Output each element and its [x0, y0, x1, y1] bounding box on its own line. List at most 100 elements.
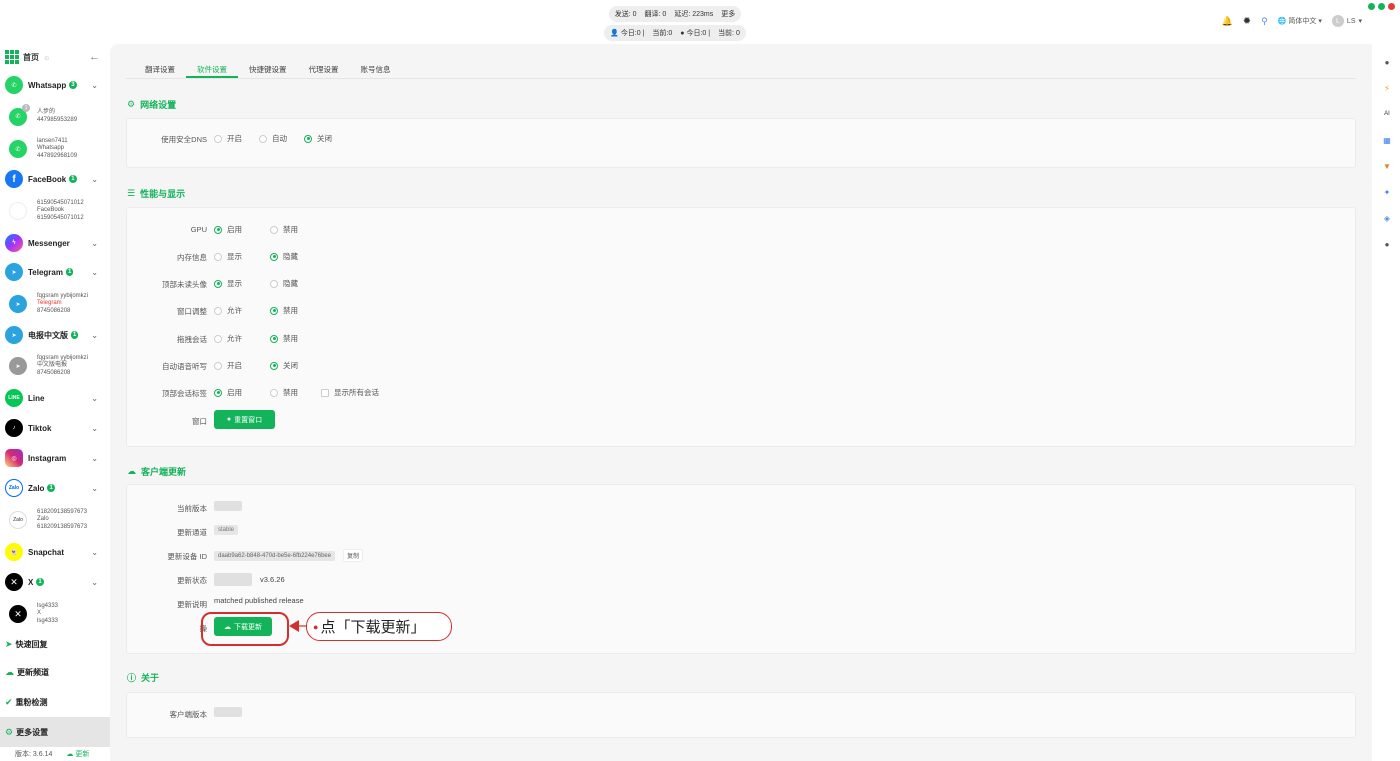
telegram-icon: ➤ — [5, 263, 23, 281]
dns-option-off[interactable]: 关闭 — [304, 133, 332, 144]
today-chats: 今日:0 | — [686, 30, 711, 37]
maximize-icon[interactable] — [1378, 3, 1385, 10]
sidebar-item-line[interactable]: LINE Line ⌄ — [0, 383, 110, 413]
top-bar: 发送: 0 翻译: 0 延迟: 223ms 更多 👤 今日:0 | 当前:0 ●… — [0, 0, 1400, 44]
sidebar-item-label: Instagram — [28, 453, 67, 463]
unread-avatar-hide[interactable]: 隐藏 — [270, 278, 298, 289]
tab-software[interactable]: 软件设置 — [186, 64, 238, 78]
user-menu[interactable]: L LS ▾ — [1331, 15, 1362, 27]
ai-icon[interactable]: AI — [1382, 109, 1392, 119]
drag-chat-disable[interactable]: 禁用 — [270, 333, 298, 344]
sidebar-item-dup-check[interactable]: ✔ 重粉检测 — [0, 687, 110, 717]
sidebar-item-facebook[interactable]: f FaceBook 1 ⌄ — [0, 165, 110, 193]
tab-translate[interactable]: 翻译设置 — [134, 64, 186, 78]
sidebar-item-quick-reply[interactable]: ➤ 快速回复 — [0, 631, 110, 657]
account-item[interactable]: ✆ 1 人步的 447985953289 — [0, 100, 110, 133]
sidebar-item-more-settings[interactable]: ⚙ 更多设置 — [0, 717, 110, 747]
memory-show[interactable]: 显示 — [214, 251, 242, 262]
window-adjust-allow[interactable]: 允许 — [214, 305, 242, 316]
zalo-icon: Zalo — [9, 511, 27, 529]
sidebar-item-snapchat[interactable]: 👻 Snapchat ⌄ — [0, 537, 110, 567]
collapse-arrow-icon[interactable]: ← — [89, 51, 100, 63]
tab-proxy[interactable]: 代理设置 — [298, 64, 350, 78]
sidebar-item-label: 电报中文版 — [28, 330, 68, 340]
account-item[interactable]: ✕ lsg4333 Xlsg4333 — [0, 597, 110, 631]
channel-value: stable — [214, 525, 239, 535]
whatsapp-icon: ✆ — [9, 140, 27, 158]
sidebar-item-label: X — [28, 577, 34, 587]
translator-icon[interactable]: ◈ — [1382, 213, 1392, 223]
voice-dictation-on[interactable]: 开启 — [214, 360, 242, 371]
settings-panel: 翻译设置 软件设置 快捷键设置 代理设置 账号信息 ⚙ 网络设置 使用安全DNS… — [110, 44, 1372, 761]
tab-shortcuts[interactable]: 快捷键设置 — [238, 64, 298, 78]
account-name: 618209138597673 — [37, 508, 88, 515]
language-selector[interactable]: 🌐 简体中文 ▾ — [1278, 16, 1322, 26]
tab-account[interactable]: 账号信息 — [350, 64, 402, 78]
account-item[interactable]: 61590545071012 FaceBook 61590545071012 — [0, 193, 110, 229]
sidebar-item-x[interactable]: ✕ X 1 ⌄ — [0, 567, 110, 597]
sparkle-icon[interactable]: ✦ — [1382, 187, 1392, 197]
chevron-down-icon: ⌄ — [91, 80, 98, 90]
gpu-label: GPU — [190, 225, 207, 234]
update-link[interactable]: ☁ 更新 — [66, 749, 89, 759]
reset-window-button[interactable]: ● 重置窗口 — [214, 410, 275, 429]
messenger-icon: ϟ — [5, 234, 23, 252]
language-label: 简体中文 — [1288, 18, 1317, 25]
more-link[interactable]: 更多 — [721, 9, 735, 19]
gpu-disable[interactable]: 禁用 — [270, 224, 298, 235]
gpu-enable[interactable]: 启用 — [214, 224, 242, 235]
translate-icon[interactable]: ▦ — [1382, 135, 1392, 145]
chevron-down-icon: ▾ — [1358, 18, 1362, 25]
version-footer: 版本: 3.6.14 ☁ 更新 — [15, 749, 89, 759]
drag-chat-allow[interactable]: 允许 — [214, 333, 242, 344]
line-icon: LINE — [5, 389, 23, 407]
minimize-icon[interactable] — [1368, 3, 1375, 10]
sidebar-item-home[interactable]: 首页 ☼ ← — [0, 44, 110, 70]
memory-label: 内存信息 — [177, 253, 207, 262]
radio[interactable] — [259, 134, 267, 143]
unread-badge: 1 — [47, 484, 55, 492]
account-item[interactable]: Zalo 618209138597673 Zalo 618209138597673 — [0, 503, 110, 537]
radio[interactable] — [214, 134, 222, 143]
bug-icon[interactable]: ✹ — [1243, 16, 1251, 27]
sidebar-item-label: Zalo — [28, 483, 45, 493]
sidebar-item-label: Telegram — [28, 267, 63, 277]
sidebar-item-update-channel[interactable]: ☁ 更新频道 — [0, 657, 110, 687]
copy-button[interactable]: 复制 — [343, 549, 364, 562]
sidebar-item-whatsapp[interactable]: ✆ Whatsapp 3 ⌄ — [0, 70, 110, 100]
window-adjust-disable[interactable]: 禁用 — [270, 305, 298, 316]
memory-hide[interactable]: 隐藏 — [270, 251, 298, 262]
sidebar-item-messenger[interactable]: ϟ Messenger ⌄ — [0, 229, 110, 257]
pin-icon[interactable]: ⚲ — [1261, 16, 1268, 27]
lightning-icon[interactable]: ⚡ — [1382, 83, 1392, 93]
user-icon: 👤 — [610, 30, 619, 37]
sidebar-item-instagram[interactable]: ◎ Instagram ⌄ — [0, 443, 110, 473]
settings-tabs: 翻译设置 软件设置 快捷键设置 代理设置 账号信息 — [134, 64, 402, 78]
x-icon: ✕ — [5, 573, 23, 591]
chat-tabs-enable[interactable]: 启用 — [214, 387, 242, 398]
unread-avatar-show[interactable]: 显示 — [214, 278, 242, 289]
radio[interactable] — [304, 134, 312, 143]
account-item[interactable]: ➤ fqgsram yybijomkzi 中文版电报 8745086208 — [0, 349, 110, 383]
show-all-chats-checkbox[interactable]: 显示所有会话 — [321, 387, 379, 398]
gem-icon[interactable]: ▼ — [1382, 161, 1392, 171]
help-icon[interactable]: ● — [1382, 239, 1392, 249]
dns-option-auto[interactable]: 自动 — [259, 133, 287, 144]
about-card: 客户端版本 v3.6.14 — [126, 692, 1356, 738]
close-icon[interactable] — [1388, 3, 1395, 10]
dns-option-on[interactable]: 开启 — [214, 133, 242, 144]
account-item[interactable]: ➤ fqgsram yybijomkzi Telegram 8745086208 — [0, 287, 110, 321]
sidebar-item-telegram-cn[interactable]: ➤ 电报中文版 1 ⌄ — [0, 321, 110, 349]
sidebar-item-zalo[interactable]: Zalo Zalo 1 ⌄ — [0, 473, 110, 503]
chat-tabs-disable[interactable]: 禁用 — [270, 387, 298, 398]
x-icon: ✕ — [9, 605, 27, 623]
account-item[interactable]: ✆ lansen7411 Whatsapp 447892968109 — [0, 133, 110, 165]
sidebar-item-telegram[interactable]: ➤ Telegram 1 ⌄ — [0, 257, 110, 287]
chat-bubble-icon[interactable]: ● — [1382, 57, 1392, 67]
voice-dictation-off[interactable]: 关闭 — [270, 360, 298, 371]
bell-icon[interactable]: 🔔 — [1221, 16, 1232, 27]
sidebar-item-tiktok[interactable]: ♪ Tiktok ⌄ — [0, 413, 110, 443]
sun-icon[interactable]: ☼ — [43, 53, 50, 62]
sidebar-item-label: 更多设置 — [16, 727, 49, 737]
chat-tabs-label: 顶部会话标签 — [162, 389, 207, 398]
